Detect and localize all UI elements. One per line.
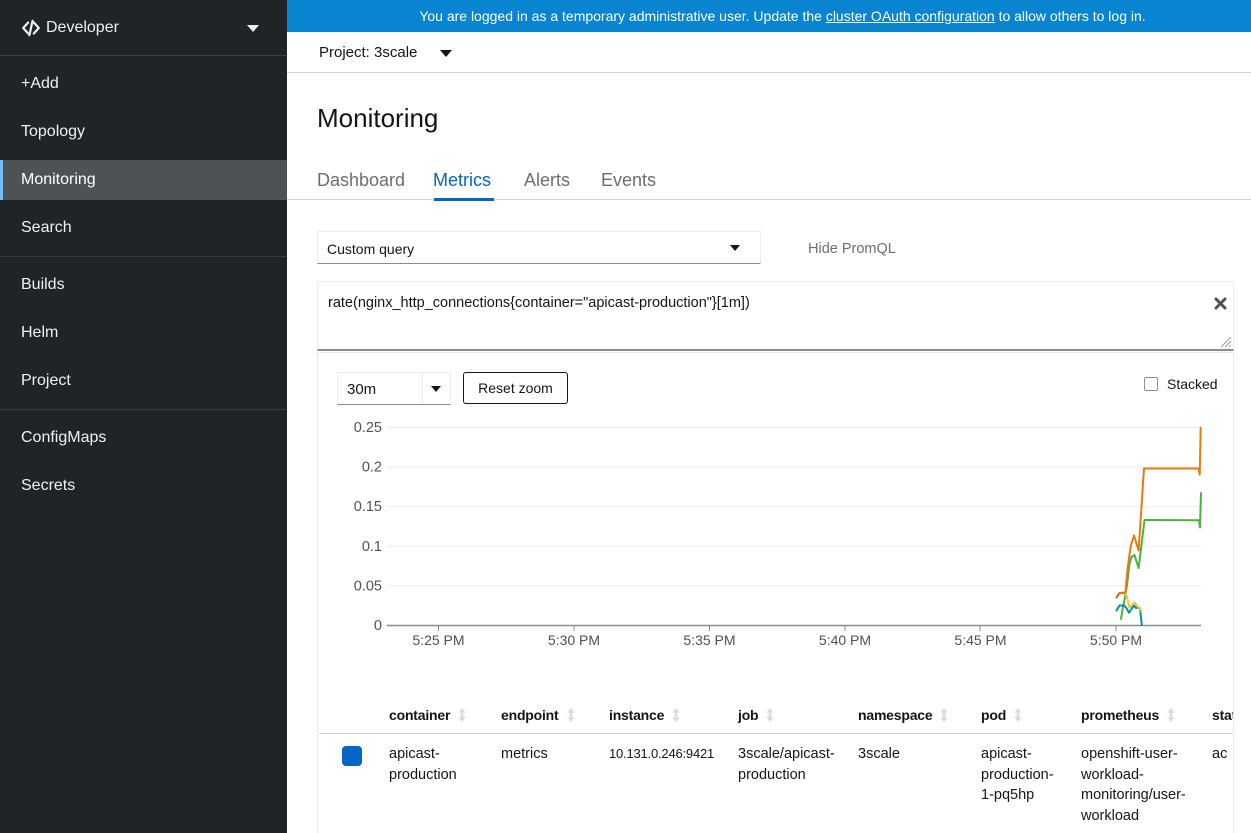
svg-text:5:40 PM: 5:40 PM [819,632,871,648]
svg-text:0: 0 [374,618,382,634]
svg-text:5:50 PM: 5:50 PM [1090,632,1142,648]
svg-text:0.15: 0.15 [354,499,382,515]
svg-text:0.25: 0.25 [354,420,382,436]
svg-text:0.1: 0.1 [362,539,382,555]
svg-text:5:30 PM: 5:30 PM [548,632,600,648]
svg-text:0.05: 0.05 [354,578,382,594]
svg-text:5:45 PM: 5:45 PM [954,632,1006,648]
svg-text:0.2: 0.2 [362,460,382,476]
svg-text:5:35 PM: 5:35 PM [683,632,735,648]
svg-text:5:25 PM: 5:25 PM [412,632,464,648]
